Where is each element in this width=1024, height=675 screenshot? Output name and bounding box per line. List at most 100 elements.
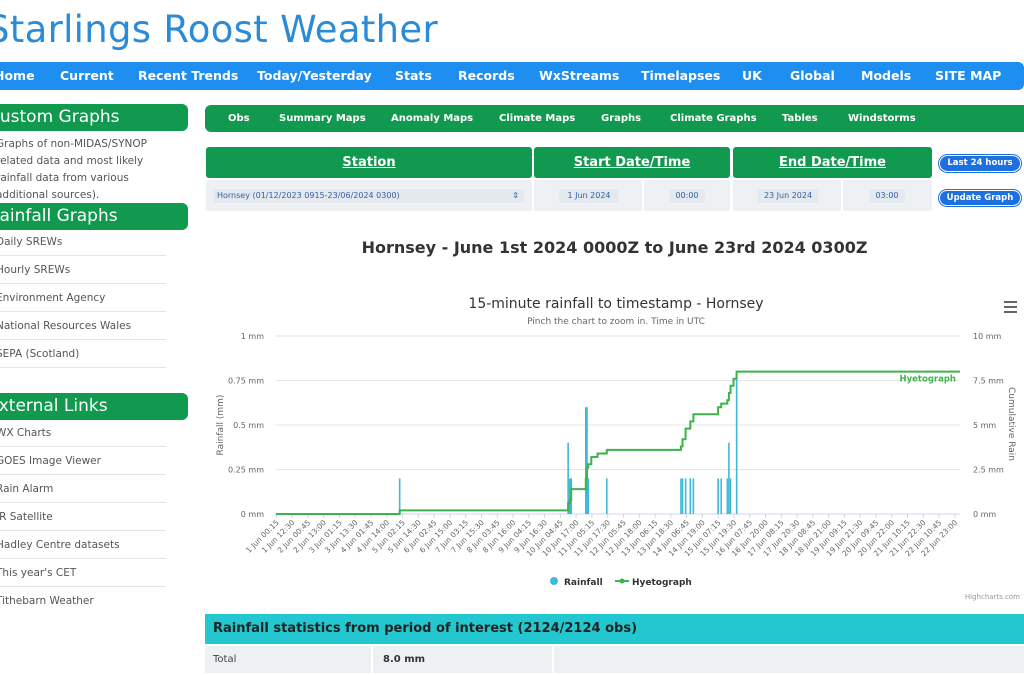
rainfall-bar xyxy=(398,478,401,514)
start-date-cell: 1 Jun 2024 xyxy=(534,180,642,211)
legend-rainfall-marker xyxy=(550,577,558,585)
y2-tick-label: 2.5 mm xyxy=(973,466,1004,475)
nav-global[interactable]: Global xyxy=(790,68,835,83)
rainfall-bar xyxy=(680,478,682,514)
nav-recent-trends[interactable]: Recent Trends xyxy=(138,68,238,83)
rainfall-bar xyxy=(728,442,730,514)
menu-icon[interactable] xyxy=(1004,301,1017,313)
hyetograph-series-label: Hyetograph xyxy=(900,375,956,385)
rainfall-bar xyxy=(735,371,738,514)
rainfall-bar xyxy=(681,478,684,514)
nav-uk[interactable]: UK xyxy=(742,68,762,83)
rainfall-bar xyxy=(684,478,687,514)
rainfall-bar xyxy=(692,478,695,514)
nav-models[interactable]: Models xyxy=(861,68,911,83)
subnav-climate-graphs[interactable]: Climate Graphs xyxy=(670,113,757,124)
y2-tick-label: 10 mm xyxy=(973,332,1002,341)
sub-nav: Obs Summary Maps Anomaly Maps Climate Ma… xyxy=(205,105,1024,132)
rainfall-bar xyxy=(726,478,729,514)
y2-tick-label: 0 mm xyxy=(973,510,996,519)
chart-title: 15-minute rainfall to timestamp - Hornse… xyxy=(468,296,763,312)
start-date-input[interactable]: 1 Jun 2024 xyxy=(559,189,619,203)
link-wx-charts[interactable]: WX Charts xyxy=(0,420,166,447)
link-natural-resources-wales[interactable]: National Resources Wales xyxy=(0,313,166,340)
end-date-cell: 23 Jun 2024 xyxy=(733,180,841,211)
start-datetime-header: Start Date/Time xyxy=(534,147,730,178)
last-24-hours-button[interactable]: Last 24 hours xyxy=(939,155,1021,172)
stats-total-empty xyxy=(554,646,1024,673)
link-hadley-centre[interactable]: Hadley Centre datasets xyxy=(0,532,166,559)
link-sepa[interactable]: SEPA (Scotland) xyxy=(0,341,166,368)
start-time-cell: 00:00 xyxy=(644,180,730,211)
link-this-years-cet[interactable]: This year's CET xyxy=(0,560,166,587)
y-tick-label: 0 mm xyxy=(241,510,264,519)
legend-hyetograph-label: Hyetograph xyxy=(632,578,692,588)
station-select-value: Hornsey (01/12/2023 0915-23/06/2024 0300… xyxy=(217,191,400,200)
graph-form: Station Start Date/Time End Date/Time La… xyxy=(205,145,1024,213)
nav-current[interactable]: Current xyxy=(60,68,114,83)
end-time-cell: 03:00 xyxy=(843,180,932,211)
station-header: Station xyxy=(206,147,532,178)
legend-rainfall-label: Rainfall xyxy=(564,578,603,588)
link-goes-image-viewer[interactable]: GOES Image Viewer xyxy=(0,448,166,475)
end-datetime-header: End Date/Time xyxy=(733,147,932,178)
link-ir-satellite[interactable]: IR Satellite xyxy=(0,504,166,531)
end-date-input[interactable]: 23 Jun 2024 xyxy=(758,189,818,203)
rainfall-bar xyxy=(729,478,732,514)
link-hourly-srews[interactable]: Hourly SREWs xyxy=(0,257,166,284)
link-environment-agency[interactable]: Environment Agency xyxy=(0,285,166,312)
update-graph-button[interactable]: Update Graph xyxy=(939,190,1021,206)
rainfall-bar xyxy=(689,478,692,514)
y-tick-label: 1 mm xyxy=(241,332,264,341)
link-daily-srews[interactable]: Daily SREWs xyxy=(0,229,166,256)
y2-tick-label: 5 mm xyxy=(973,421,996,430)
subnav-obs[interactable]: Obs xyxy=(228,113,250,124)
nav-today-yesterday[interactable]: Today/Yesterday xyxy=(257,68,372,83)
highcharts-credit: Highcharts.com xyxy=(965,593,1020,601)
subnav-anomaly-maps[interactable]: Anomaly Maps xyxy=(391,113,473,124)
subnav-summary-maps[interactable]: Summary Maps xyxy=(279,113,366,124)
subnav-tables[interactable]: Tables xyxy=(782,113,818,124)
hyetograph-line xyxy=(276,370,960,515)
rainfall-graphs-heading: Rainfall Graphs xyxy=(0,203,188,230)
custom-graphs-text: Graphs of non-MIDAS/SYNOP related data a… xyxy=(0,138,147,201)
y-tick-label: 0.5 mm xyxy=(233,421,264,430)
chevron-updown-icon: ⇕ xyxy=(512,191,519,200)
chart-heading: Hornsey - June 1st 2024 0000Z to June 23… xyxy=(361,238,868,257)
rainfall-chart: 15-minute rainfall to timestamp - Hornse… xyxy=(216,296,1020,601)
y-tick-label: 0.25 mm xyxy=(228,466,264,475)
subnav-climate-maps[interactable]: Climate Maps xyxy=(499,113,575,124)
link-rain-alarm[interactable]: Rain Alarm xyxy=(0,476,166,503)
external-links-heading: External Links xyxy=(0,393,188,420)
link-tithebarn-weather[interactable]: Tithebarn Weather xyxy=(0,588,166,615)
legend[interactable]: Rainfall Hyetograph xyxy=(550,577,692,588)
stats-total-value: 8.0 mm xyxy=(373,646,552,673)
nav-timelapses[interactable]: Timelapses xyxy=(641,68,720,83)
start-time-input[interactable]: 00:00 xyxy=(669,189,705,203)
subnav-graphs[interactable]: Graphs xyxy=(601,113,641,124)
stats-total-label: Total xyxy=(205,646,371,673)
y2-axis-label: Cumulative Rain xyxy=(1006,387,1016,461)
rainfall-bar xyxy=(605,478,608,514)
subnav-windstorms[interactable]: Windstorms xyxy=(848,113,916,124)
nav-records[interactable]: Records xyxy=(458,68,515,83)
rainfall-bar xyxy=(587,478,590,514)
rainfall-bar xyxy=(717,478,719,514)
station-select[interactable]: Hornsey (01/12/2023 0915-23/06/2024 0300… xyxy=(214,189,524,203)
y-axis-label: Rainfall (mm) xyxy=(216,395,226,456)
nav-stats[interactable]: Stats xyxy=(395,68,432,83)
y2-tick-label: 7.5 mm xyxy=(973,377,1004,386)
site-title: Starlings Roost Weather xyxy=(0,8,438,51)
legend-hyetograph-marker xyxy=(619,578,625,584)
nav-wxstreams[interactable]: WxStreams xyxy=(539,68,619,83)
nav-site-map[interactable]: SITE MAP xyxy=(935,68,1001,83)
rainfall-stats-heading: Rainfall statistics from period of inter… xyxy=(205,614,1024,644)
top-nav: Home Current Recent Trends Today/Yesterd… xyxy=(0,62,1024,90)
y-tick-label: 0.75 mm xyxy=(228,377,264,386)
custom-graphs-heading: Custom Graphs xyxy=(0,104,188,131)
nav-home[interactable]: Home xyxy=(0,68,35,83)
end-time-input[interactable]: 03:00 xyxy=(869,189,905,203)
chart-subtitle: Pinch the chart to zoom in. Time in UTC xyxy=(527,317,705,327)
station-cell: Hornsey (01/12/2023 0915-23/06/2024 0300… xyxy=(206,180,532,211)
rainfall-bar xyxy=(720,478,722,514)
